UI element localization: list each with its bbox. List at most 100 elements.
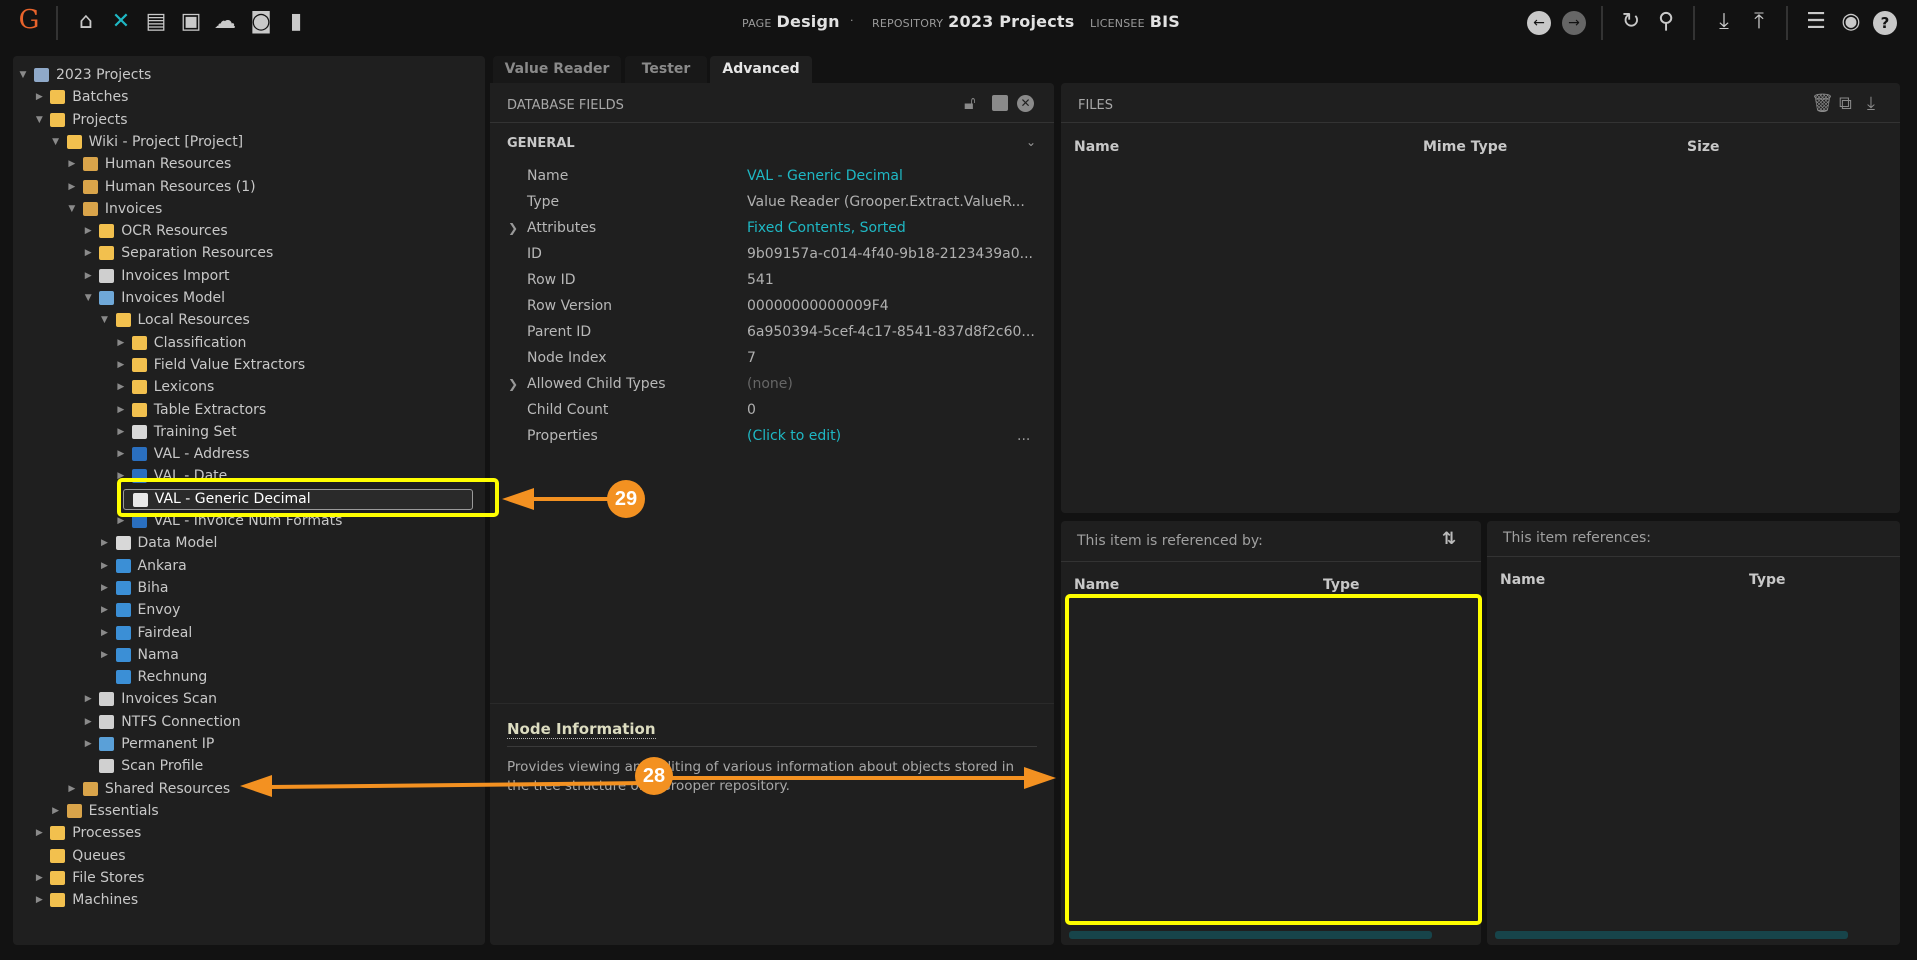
- tree-node[interactable]: ▶ Nama: [13, 644, 485, 666]
- expand-arrow-icon[interactable]: ▶: [83, 242, 93, 264]
- play-box-icon[interactable]: ▣: [178, 9, 204, 35]
- expand-arrow-icon[interactable]: ▶: [116, 354, 126, 376]
- property-value[interactable]: Value Reader (Grooper.Extract.ValueR...: [747, 189, 1025, 215]
- property-row[interactable]: Name VAL - Generic Decimal: [490, 163, 1054, 189]
- user-icon[interactable]: ◉: [1838, 9, 1864, 35]
- expand-arrow-icon[interactable]: ▶: [100, 577, 110, 599]
- tree-node[interactable]: ▶ Envoy: [13, 599, 485, 621]
- property-value[interactable]: 7: [747, 345, 756, 371]
- tree-node[interactable]: Scan Profile: [13, 755, 485, 777]
- collapse-arrow-icon[interactable]: ▼: [51, 131, 61, 153]
- bar-chart-icon[interactable]: ▮: [283, 9, 309, 35]
- column-header-type[interactable]: Type: [1749, 572, 1786, 588]
- property-row[interactable]: ❯ Allowed Child Types (none): [490, 371, 1054, 397]
- swap-icon[interactable]: ⇅: [1442, 529, 1456, 549]
- expand-arrow-icon[interactable]: ▶: [100, 555, 110, 577]
- tree-node[interactable]: ▶ Ankara: [13, 555, 485, 577]
- expand-arrow-icon[interactable]: ▶: [116, 376, 126, 398]
- tools-icon[interactable]: ✕: [108, 9, 134, 35]
- expand-arrow-icon[interactable]: ▶: [83, 711, 93, 733]
- expand-arrow-icon[interactable]: ▶: [67, 153, 77, 175]
- expand-arrow-icon[interactable]: ▶: [34, 889, 44, 911]
- expand-arrow-icon[interactable]: ▶: [83, 220, 93, 242]
- horizontal-scrollbar[interactable]: [1069, 931, 1432, 939]
- search-icon[interactable]: ⚲: [1653, 9, 1679, 35]
- tree-node[interactable]: ▶ Lexicons: [13, 376, 485, 398]
- back-icon[interactable]: ←: [1527, 11, 1551, 35]
- collapse-arrow-icon[interactable]: ▼: [18, 64, 28, 86]
- expand-icon[interactable]: ❯: [508, 371, 518, 397]
- chevron-down-icon[interactable]: ⌄: [1026, 135, 1036, 149]
- expand-arrow-icon[interactable]: ▶: [51, 800, 61, 822]
- tree-node[interactable]: ▶ Separation Resources: [13, 242, 485, 264]
- archive-icon[interactable]: ▤: [143, 9, 169, 35]
- property-row[interactable]: Row Version 00000000000009F4: [490, 293, 1054, 319]
- tree-node[interactable]: ▶ Training Set: [13, 421, 485, 443]
- expand-arrow-icon[interactable]: ▶: [83, 733, 93, 755]
- tab-value-reader[interactable]: Value Reader: [493, 56, 621, 83]
- refresh-icon[interactable]: ↻: [1618, 9, 1644, 35]
- expand-arrow-icon[interactable]: ▶: [116, 399, 126, 421]
- property-value[interactable]: 541: [747, 267, 774, 293]
- property-row[interactable]: ❯ Attributes Fixed Contents, Sorted: [490, 215, 1054, 241]
- save-icon[interactable]: [992, 95, 1008, 111]
- property-row[interactable]: Type Value Reader (Grooper.Extract.ValueR…: [490, 189, 1054, 215]
- collapse-arrow-icon[interactable]: ▼: [83, 287, 93, 309]
- tree-node[interactable]: ▶ Human Resources (1): [13, 176, 485, 198]
- upload-icon[interactable]: ⤒: [1746, 9, 1772, 35]
- property-value[interactable]: (none): [747, 371, 793, 397]
- database-icon[interactable]: ☰: [1803, 9, 1829, 35]
- expand-arrow-icon[interactable]: ▶: [116, 421, 126, 443]
- tree-node[interactable]: ▶ Classification: [13, 332, 485, 354]
- tree-node[interactable]: ▶ Machines: [13, 889, 485, 911]
- property-row[interactable]: Parent ID 6a950394-5cef-4c17-8541-837d8f2…: [490, 319, 1054, 345]
- horizontal-scrollbar[interactable]: [1495, 931, 1848, 939]
- forward-icon[interactable]: →: [1562, 11, 1586, 35]
- column-header-name[interactable]: Name: [1074, 577, 1119, 593]
- property-row[interactable]: Row ID 541: [490, 267, 1054, 293]
- tree-node[interactable]: ▶ OCR Resources: [13, 220, 485, 242]
- briefcase-clock-icon[interactable]: ◙: [248, 9, 274, 35]
- tree-node[interactable]: Rechnung: [13, 666, 485, 688]
- download-icon[interactable]: ⤓: [1711, 9, 1737, 35]
- tree-node[interactable]: ▶ Human Resources: [13, 153, 485, 175]
- delete-icon[interactable]: 🗑︎: [1811, 93, 1834, 114]
- property-value[interactable]: 00000000000009F4: [747, 293, 889, 319]
- lock-icon[interactable]: 🔓︎: [964, 93, 976, 114]
- expand-arrow-icon[interactable]: ▶: [34, 86, 44, 108]
- expand-arrow-icon[interactable]: ▶: [67, 778, 77, 800]
- tree-node[interactable]: ▼ Local Resources: [13, 309, 485, 331]
- download-icon[interactable]: ⤓: [1867, 93, 1875, 114]
- tree-node[interactable]: ▶ VAL - Address: [13, 443, 485, 465]
- collapse-arrow-icon[interactable]: ▼: [67, 198, 77, 220]
- tree-node[interactable]: ▶ Permanent IP: [13, 733, 485, 755]
- tree-node[interactable]: ▶ Processes: [13, 822, 485, 844]
- tree-node[interactable]: ▶ Invoices Scan: [13, 688, 485, 710]
- column-header-mime-type[interactable]: Mime Type: [1423, 139, 1507, 155]
- section-general[interactable]: GENERAL: [507, 136, 575, 151]
- expand-icon[interactable]: ❯: [508, 215, 518, 241]
- property-value[interactable]: 0: [747, 397, 756, 423]
- column-header-type[interactable]: Type: [1323, 577, 1360, 593]
- property-row[interactable]: Child Count 0: [490, 397, 1054, 423]
- column-header-name[interactable]: Name: [1074, 139, 1119, 155]
- tree-node[interactable]: ▶ Fairdeal: [13, 622, 485, 644]
- tab-advanced[interactable]: Advanced: [710, 56, 812, 83]
- tree-node[interactable]: ▶ Data Model: [13, 532, 485, 554]
- expand-arrow-icon[interactable]: ▶: [100, 532, 110, 554]
- expand-arrow-icon[interactable]: ▶: [34, 822, 44, 844]
- property-value[interactable]: 9b09157a-c014-4f40-9b18-2123439a0...: [747, 241, 1033, 267]
- collapse-arrow-icon[interactable]: ▼: [100, 309, 110, 331]
- collapse-arrow-icon[interactable]: ▼: [34, 109, 44, 131]
- expand-arrow-icon[interactable]: ▶: [116, 443, 126, 465]
- tree-node[interactable]: ▼ Wiki - Project [Project]: [13, 131, 485, 153]
- tree-node[interactable]: ▶ Table Extractors: [13, 399, 485, 421]
- open-external-icon[interactable]: ⧉: [1839, 93, 1852, 114]
- expand-arrow-icon[interactable]: ▶: [100, 622, 110, 644]
- expand-arrow-icon[interactable]: ▶: [34, 867, 44, 889]
- tree-node[interactable]: ▼ Invoices: [13, 198, 485, 220]
- property-row[interactable]: ID 9b09157a-c014-4f40-9b18-2123439a0...: [490, 241, 1054, 267]
- property-value[interactable]: Fixed Contents, Sorted: [747, 215, 906, 241]
- expand-arrow-icon[interactable]: ▶: [67, 176, 77, 198]
- tree-node[interactable]: ▶ Essentials: [13, 800, 485, 822]
